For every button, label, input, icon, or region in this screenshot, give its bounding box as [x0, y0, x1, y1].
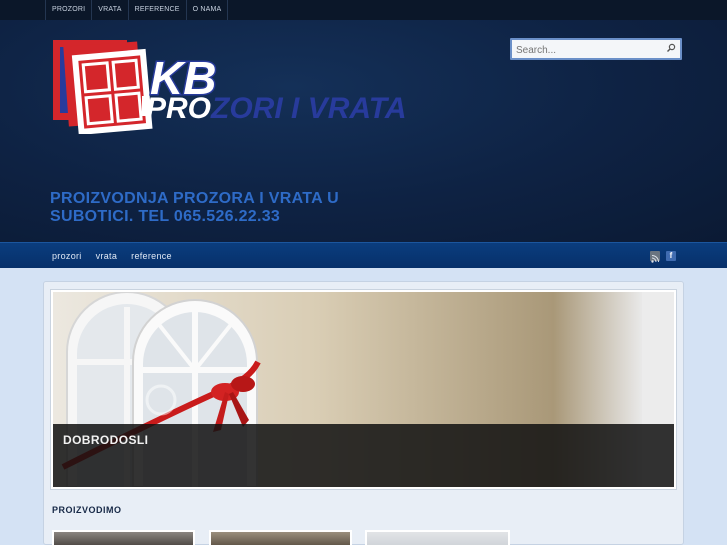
- top-menu-bar: PROZORI VRATA REFERENCE O NAMA: [0, 0, 727, 20]
- site-tagline: PROIZVODNJA PROZORA I VRATA U SUBOTICI. …: [50, 190, 340, 225]
- top-menu-item-prozori[interactable]: PROZORI: [45, 0, 93, 20]
- slider-caption-text: DOBRODOSLI: [63, 433, 149, 447]
- facebook-icon[interactable]: f: [666, 251, 676, 261]
- featured-slider[interactable]: DOBRODOSLI: [50, 289, 677, 490]
- window-logo-icon: [53, 40, 153, 134]
- product-thumbnail[interactable]: [365, 530, 510, 545]
- slider-caption: DOBRODOSLI: [53, 424, 674, 487]
- main-nav: prozori vrata reference: [45, 243, 179, 269]
- top-menu: PROZORI VRATA REFERENCE O NAMA: [45, 0, 229, 20]
- top-menu-item-vrata[interactable]: VRATA: [92, 0, 129, 20]
- products-section-title: PROIZVODIMO: [52, 505, 122, 515]
- svg-text:PROZORI I VRATA: PROZORI I VRATA: [146, 92, 407, 125]
- search-input[interactable]: [512, 41, 662, 60]
- magnifier-icon[interactable]: [666, 43, 676, 53]
- main-content: DOBRODOSLI PROIZVODIMO: [43, 281, 684, 545]
- nav-item-reference[interactable]: reference: [124, 243, 179, 269]
- nav-item-vrata[interactable]: vrata: [89, 243, 125, 269]
- main-nav-bar: prozori vrata reference f: [0, 242, 727, 268]
- site-logo[interactable]: KB PROZORI I VRATA: [50, 38, 510, 134]
- product-thumbnail[interactable]: [209, 530, 352, 545]
- rss-icon[interactable]: [650, 251, 660, 263]
- logo-rest-text: ZORI I VRATA: [210, 92, 407, 125]
- site-header: KB PROZORI I VRATA PROIZVODNJA PROZORA I…: [0, 20, 727, 242]
- logo-pro-text: PRO: [146, 92, 211, 125]
- product-thumbnail[interactable]: [52, 530, 195, 545]
- search-box: [510, 38, 682, 60]
- top-menu-item-reference[interactable]: REFERENCE: [129, 0, 187, 20]
- nav-item-prozori[interactable]: prozori: [45, 243, 89, 269]
- top-menu-item-o-nama[interactable]: O NAMA: [187, 0, 229, 20]
